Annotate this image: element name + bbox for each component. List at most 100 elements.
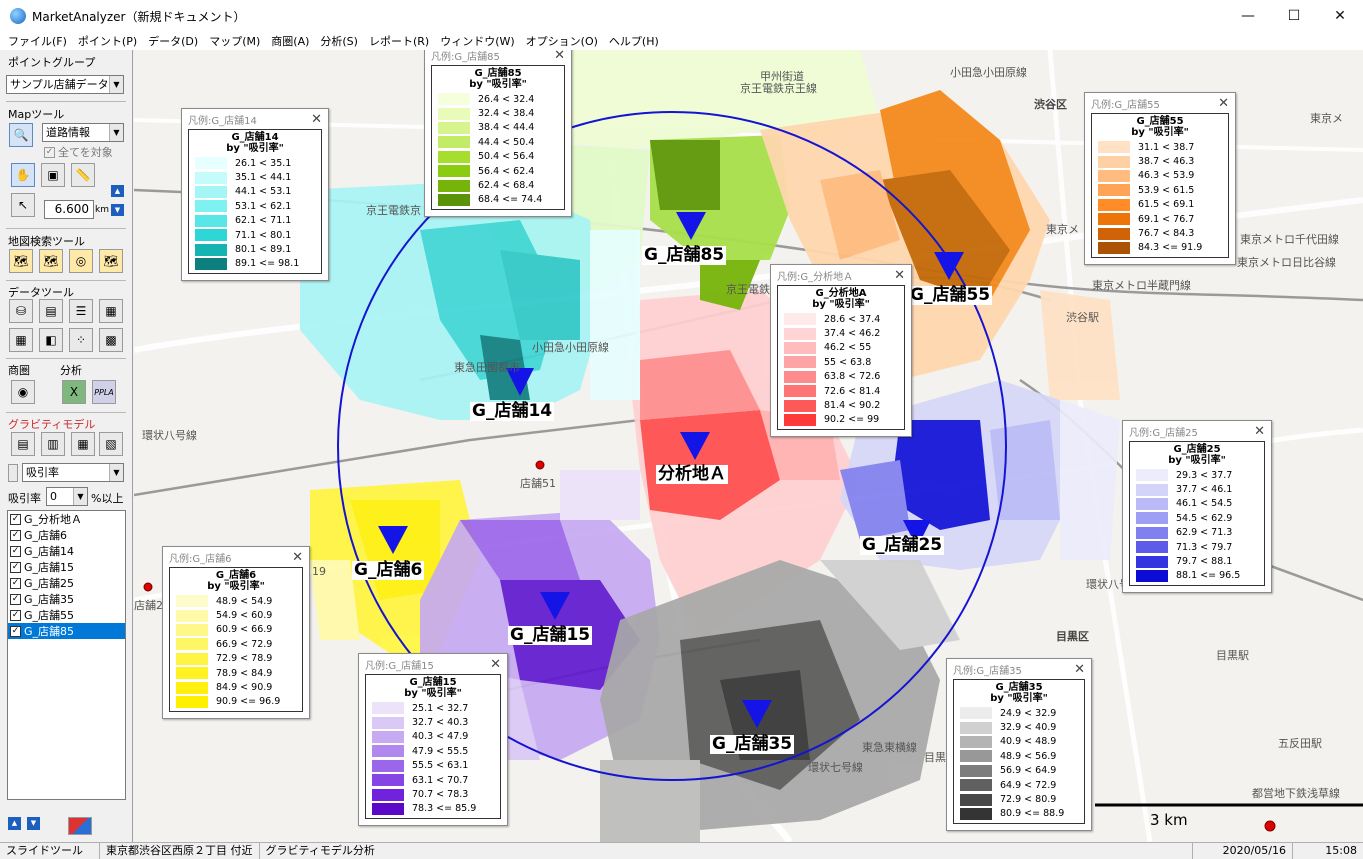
image-table-icon[interactable]: ▤ xyxy=(39,299,63,323)
move-down-icon[interactable]: ▼ xyxy=(27,817,40,830)
list-icon[interactable]: ☰ xyxy=(69,299,93,323)
distance-input[interactable]: 6.600 xyxy=(44,200,94,219)
legend-header[interactable]: 凡例:G_店舗85 ✕ xyxy=(425,50,571,65)
expand-icon[interactable] xyxy=(8,464,18,482)
store-label[interactable]: G_店舗35 xyxy=(710,735,795,754)
threshold-select[interactable]: 0 ▼ xyxy=(46,487,88,506)
database-icon[interactable]: ⛁ xyxy=(9,299,33,323)
close-icon[interactable]: ✕ xyxy=(554,50,565,63)
legend-header[interactable]: 凡例:G_店舗14 ✕ xyxy=(182,109,328,129)
gravity-3-icon[interactable]: ▦ xyxy=(71,432,95,456)
close-icon[interactable]: ✕ xyxy=(292,550,303,565)
close-icon[interactable]: ✕ xyxy=(1218,96,1229,111)
legend-analysis-a[interactable]: 凡例:G_分析地Ａ ✕ G_分析地A by "吸引率" 28.6 < 37.4 37.4 … xyxy=(770,264,912,438)
legend-subtitle: by "吸引率" xyxy=(207,581,265,592)
geo-search-3-icon[interactable]: ◎ xyxy=(69,249,93,273)
excel-icon[interactable]: X xyxy=(62,380,86,404)
frame-select-icon[interactable]: ▣ xyxy=(41,163,65,187)
scatter-icon[interactable]: ⁘ xyxy=(69,328,93,352)
legend-store-55[interactable]: 凡例:G_店舗55 ✕ G_店舗55 by "吸引率" 31.1 < 38.7 38.7 … xyxy=(1084,92,1236,266)
layer-row[interactable]: ✓ G_店舗6 xyxy=(8,527,125,543)
map-view[interactable]: 渋谷区 目黒区 甲州街道 京王電鉄京王線 小田急小田原線 京王電鉄京 東急田園都… xyxy=(134,50,1363,842)
legend-store-85[interactable]: 凡例:G_店舗85 ✕ G_店舗85 by "吸引率" 26.4 < 32.4 32.4 … xyxy=(424,50,572,218)
point-group-select[interactable]: サンプル店舗データ2 ▼ xyxy=(6,75,124,94)
gravity-4-icon[interactable]: ▧ xyxy=(99,432,123,456)
layer-checkbox[interactable]: ✓ xyxy=(10,545,21,557)
menu-analysis[interactable]: 分析(S) xyxy=(320,33,358,49)
close-icon[interactable]: ✕ xyxy=(311,112,322,127)
layer-row[interactable]: ✓ G_店舗14 xyxy=(8,543,125,559)
gravity-1-icon[interactable]: ▤ xyxy=(11,432,35,456)
metric-select[interactable]: 吸引率 ▼ xyxy=(22,463,124,482)
legend-store-6[interactable]: 凡例:G_店舗6 ✕ G_店舗6 by "吸引率" 48.9 < 54.9 54.9 < … xyxy=(162,546,310,720)
layer-row[interactable]: ✓ G_店舗25 xyxy=(8,575,125,591)
ppla-icon[interactable]: PPLA xyxy=(92,380,116,404)
geo-search-1-icon[interactable]: 🗺 xyxy=(9,249,33,273)
gravity-2-icon[interactable]: ▥ xyxy=(41,432,65,456)
store-label[interactable]: G_店舗6 xyxy=(352,561,425,580)
store-label[interactable]: G_店舗15 xyxy=(508,626,593,645)
layer-row[interactable]: ✓ G_店舗85 xyxy=(8,623,125,639)
menu-data[interactable]: データ(D) xyxy=(148,33,198,49)
menu-report[interactable]: レポート(R) xyxy=(369,33,429,49)
close-button[interactable]: ✕ xyxy=(1317,0,1363,32)
legend-store-14[interactable]: 凡例:G_店舗14 ✕ G_店舗14 by "吸引率" 26.1 < 35.1 35.1 … xyxy=(181,108,329,282)
menu-map[interactable]: マップ(M) xyxy=(209,33,260,49)
close-icon[interactable]: ✕ xyxy=(490,657,501,672)
menu-help[interactable]: ヘルプ(H) xyxy=(609,33,659,49)
geo-search-2-icon[interactable]: 🗺 xyxy=(39,249,63,273)
menu-trade-area[interactable]: 商圏(A) xyxy=(271,33,309,49)
layer-row[interactable]: ✓ G_店舗55 xyxy=(8,607,125,623)
menu-option[interactable]: オプション(O) xyxy=(526,33,598,49)
layer-checkbox[interactable]: ✓ xyxy=(10,577,21,589)
layer-checkbox[interactable]: ✓ xyxy=(10,609,21,621)
legend-header[interactable]: 凡例:G_店舗15 ✕ xyxy=(359,654,507,674)
legend-store-35[interactable]: 凡例:G_店舗35 ✕ G_店舗35 by "吸引率" 24.9 < 32.9 32.9 … xyxy=(946,658,1092,832)
pan-hand-icon[interactable]: ✋ xyxy=(11,163,35,187)
ruler-icon[interactable]: 📏 xyxy=(71,163,95,187)
legend-header[interactable]: 凡例:G_分析地Ａ ✕ xyxy=(771,265,911,285)
layer-checkbox[interactable]: ✓ xyxy=(10,529,21,541)
close-icon[interactable]: ✕ xyxy=(894,268,905,283)
layer-checkbox[interactable]: ✓ xyxy=(10,593,21,605)
geo-search-4-icon[interactable]: 🗺 xyxy=(99,249,123,273)
layer-row[interactable]: ✓ G_店舗35 xyxy=(8,591,125,607)
legend-header[interactable]: 凡例:G_店舗25 ✕ xyxy=(1123,421,1271,441)
store-label[interactable]: G_店舗55 xyxy=(908,286,993,305)
legend-header[interactable]: 凡例:G_店舗55 ✕ xyxy=(1085,93,1235,113)
minimize-button[interactable]: — xyxy=(1225,0,1271,32)
shapes-icon[interactable]: ◧ xyxy=(39,328,63,352)
menu-window[interactable]: ウィンドウ(W) xyxy=(440,33,514,49)
close-icon[interactable]: ✕ xyxy=(1074,662,1085,677)
layer-row[interactable]: ✓ G_店舗15 xyxy=(8,559,125,575)
legend-store-25[interactable]: 凡例:G_店舗25 ✕ G_店舗25 by "吸引率" 29.3 < 37.7 37.7 … xyxy=(1122,420,1272,594)
menu-file[interactable]: ファイル(F) xyxy=(8,33,67,49)
all-target-checkbox[interactable]: ✓ 全てを対象 xyxy=(44,144,113,160)
menu-point[interactable]: ポイント(P) xyxy=(78,33,137,49)
color-toggle-icon[interactable] xyxy=(68,817,92,835)
grid-table-icon[interactable]: ▦ xyxy=(9,328,33,352)
legend-header[interactable]: 凡例:G_店舗35 ✕ xyxy=(947,659,1091,679)
layer-row[interactable]: ✓ G_分析地Ａ xyxy=(8,511,125,527)
pointer-icon[interactable]: ↖ xyxy=(11,193,35,217)
legend-header[interactable]: 凡例:G_店舗6 ✕ xyxy=(163,547,309,567)
layer-checkbox[interactable]: ✓ xyxy=(10,561,21,573)
zoom-icon[interactable]: 🔍 xyxy=(9,123,33,147)
legend-swatch xyxy=(960,721,992,734)
store-label[interactable]: G_店舗14 xyxy=(470,402,555,421)
spin-down-icon[interactable]: ▼ xyxy=(111,204,124,216)
layer-checkbox[interactable]: ✓ xyxy=(10,513,21,525)
legend-store-15[interactable]: 凡例:G_店舗15 ✕ G_店舗15 by "吸引率" 25.1 < 32.7 32.7 … xyxy=(358,653,508,827)
calculator-icon[interactable]: ▦ xyxy=(99,299,123,323)
store-label[interactable]: G_店舗85 xyxy=(642,246,727,265)
close-icon[interactable]: ✕ xyxy=(1254,424,1265,439)
store-label[interactable]: 分析地Ａ xyxy=(656,465,728,484)
spin-up-icon[interactable]: ▲ xyxy=(111,185,124,197)
layer-checkbox[interactable]: ✓ xyxy=(10,625,21,637)
maximize-button[interactable]: ☐ xyxy=(1271,0,1317,32)
store-label[interactable]: G_店舗25 xyxy=(860,536,945,555)
pattern-icon[interactable]: ▩ xyxy=(99,328,123,352)
road-info-select[interactable]: 道路情報 ▼ xyxy=(42,123,124,142)
trade-area-circle-icon[interactable]: ◉ xyxy=(11,380,35,404)
move-up-icon[interactable]: ▲ xyxy=(8,817,21,830)
